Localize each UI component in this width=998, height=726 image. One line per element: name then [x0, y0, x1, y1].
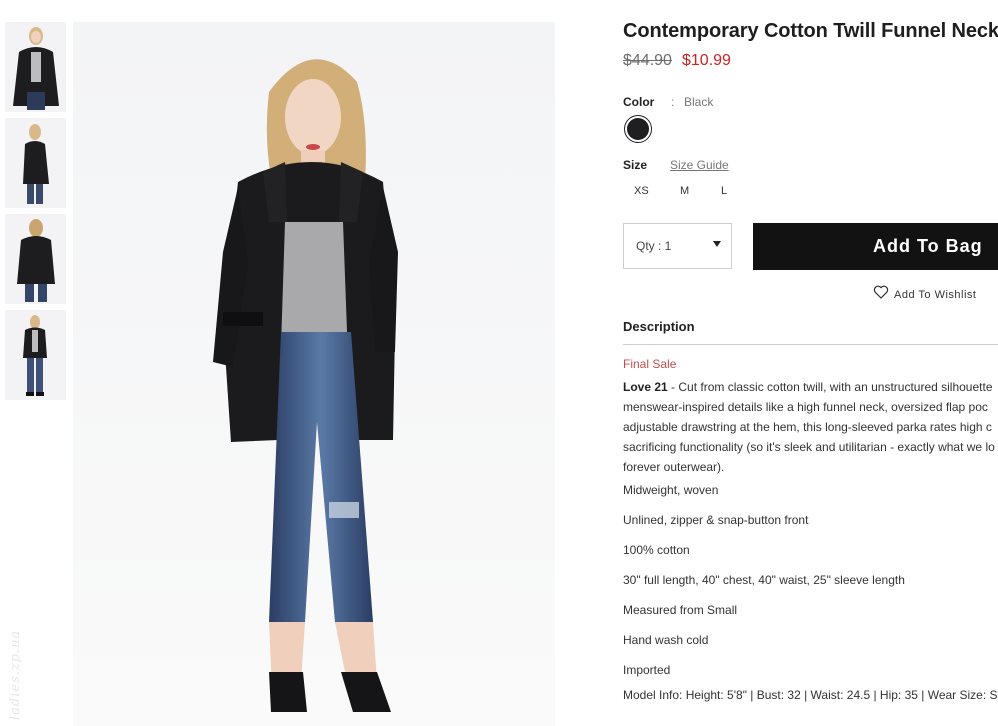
divider [623, 344, 998, 345]
color-separator: : [671, 95, 675, 109]
chevron-down-icon [713, 241, 721, 247]
detail-item: Measured from Small [623, 603, 738, 617]
size-guide-link[interactable]: Size Guide [670, 158, 729, 172]
quantity-select[interactable]: Qty : 1 [623, 223, 732, 269]
description-line: sacrificing functionality (so it's sleek… [623, 440, 995, 454]
quantity-value: Qty : 1 [636, 239, 672, 253]
thumbnail-side[interactable] [5, 118, 66, 208]
detail-item: 100% cotton [623, 543, 690, 557]
size-option-l[interactable]: L [721, 185, 727, 197]
main-product-image[interactable] [73, 22, 555, 726]
description-line: adjustable drawstring at the hem, this l… [623, 420, 992, 434]
watermark-text: ladies.zp.ua [8, 629, 23, 720]
heart-icon [873, 285, 889, 299]
description-line-text: - Cut from classic cotton twill, with an… [667, 380, 993, 394]
description-line: Love 21 - Cut from classic cotton twill,… [623, 377, 998, 397]
brand-name: Love 21 [623, 380, 668, 394]
color-swatch-black[interactable] [624, 115, 652, 143]
original-price: $44.90 [623, 52, 672, 69]
size-option-m[interactable]: M [680, 185, 689, 197]
description-text: Love 21 - Cut from classic cotton twill,… [623, 377, 998, 477]
detail-item: 30" full length, 40" chest, 40" waist, 2… [623, 573, 905, 587]
add-to-bag-button[interactable]: Add To Bag [753, 223, 998, 270]
model-info: Model Info: Height: 5'8" | Bust: 32 | Wa… [623, 688, 998, 702]
thumbnail-back[interactable] [5, 214, 66, 304]
product-title: Contemporary Cotton Twill Funnel Neck [623, 20, 998, 42]
thumbnail-full-length[interactable] [5, 310, 66, 400]
wishlist-label: Add To Wishlist [894, 289, 977, 301]
description-heading: Description [623, 319, 695, 334]
thumbnail-front-open[interactable] [5, 22, 66, 112]
size-option-xs[interactable]: XS [634, 185, 649, 197]
detail-item: Unlined, zipper & snap-button front [623, 513, 809, 527]
color-value: Black [684, 95, 714, 109]
size-label: Size [623, 158, 648, 172]
detail-item: Midweight, woven [623, 483, 719, 497]
sale-price: $10.99 [682, 52, 731, 69]
product-info-panel: Contemporary Cotton Twill Funnel Neck $4… [623, 0, 998, 726]
detail-item: Imported [623, 663, 671, 677]
color-label: Color [623, 95, 655, 109]
model-photo [73, 22, 555, 726]
detail-item: Hand wash cold [623, 633, 709, 647]
description-line: forever outerwear). [623, 460, 725, 474]
description-line: menswear-inspired details like a high fu… [623, 400, 988, 414]
final-sale-label: Final Sale [623, 357, 677, 371]
